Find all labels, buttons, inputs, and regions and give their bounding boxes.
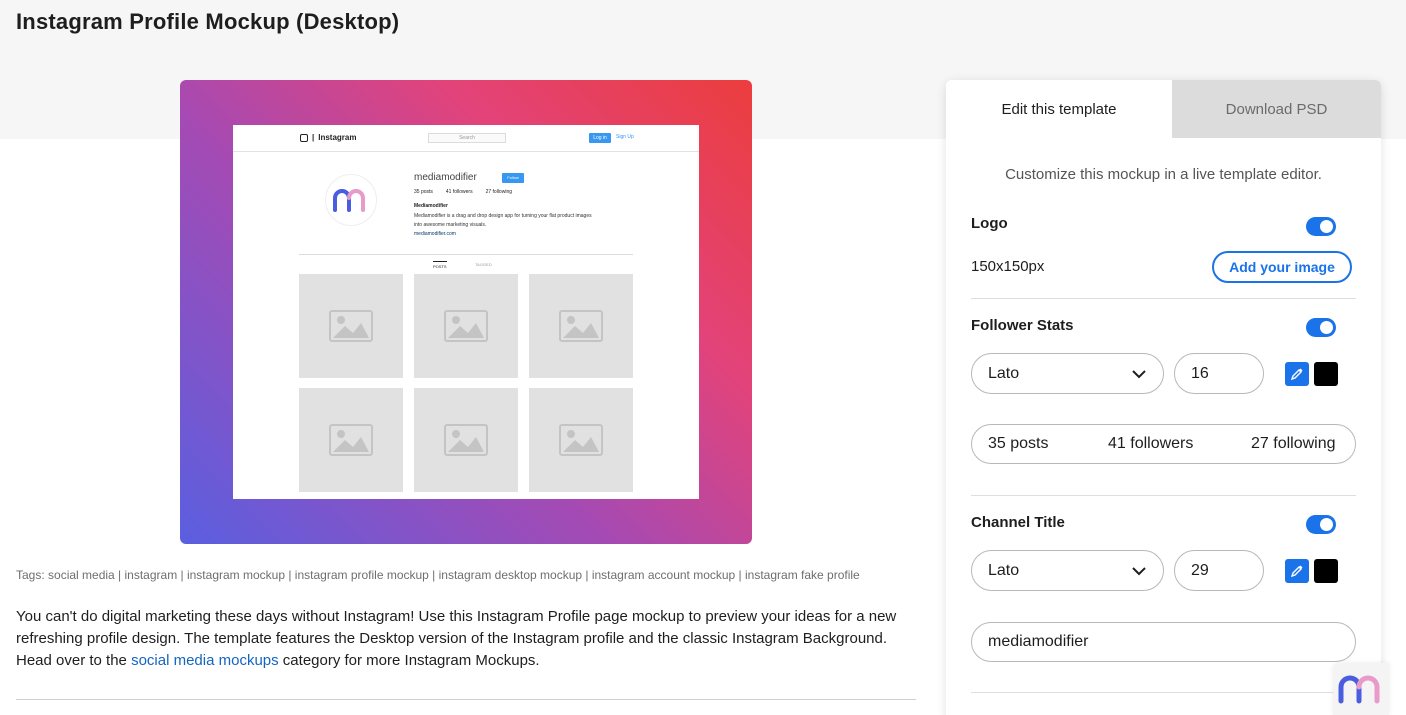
chevron-down-icon: [1132, 567, 1146, 576]
image-placeholder-icon: [444, 424, 488, 456]
instagram-navbar: | Instagram Search Log in Sign Up: [233, 125, 699, 152]
follower-stats-label: Follower Stats: [971, 317, 1074, 334]
mediamodifier-chat-button[interactable]: [1333, 663, 1389, 715]
eyedropper-icon[interactable]: [1285, 559, 1309, 583]
logo-label: Logo: [971, 215, 1008, 232]
channel-title-toggle[interactable]: [1306, 515, 1336, 534]
post-tile: [529, 388, 633, 492]
instagram-tab-posts: POSTS: [433, 261, 447, 269]
instagram-divider-line: [299, 254, 633, 255]
stats-posts-value: 35 posts: [988, 435, 1049, 452]
post-tile: [414, 388, 518, 492]
font-value: Lato: [988, 364, 1020, 382]
stat-following: 27 following: [485, 189, 512, 195]
instagram-website: mediamodifier.com: [414, 231, 456, 237]
divider: [971, 495, 1356, 496]
post-tile: [529, 274, 633, 378]
stat-followers: 41 followers: [445, 189, 473, 195]
follower-stats-color-swatch[interactable]: [1314, 362, 1338, 386]
follower-stats-font-select[interactable]: Lato: [971, 353, 1164, 394]
channel-title-color-swatch[interactable]: [1314, 559, 1338, 583]
channel-title-size-input[interactable]: 29: [1174, 550, 1264, 591]
instagram-signup: Sign Up: [616, 134, 634, 140]
post-tile: [299, 388, 403, 492]
tags-line: Tags: social media | instagram | instagr…: [16, 568, 860, 582]
font-value: Lato: [988, 561, 1020, 579]
divider: [971, 692, 1356, 693]
social-media-mockups-link[interactable]: social media mockups: [131, 652, 279, 669]
instagram-username: mediamodifier: [414, 172, 477, 183]
panel-subtitle: Customize this mockup in a live template…: [1005, 166, 1322, 183]
mediamodifier-logo-icon: [1338, 675, 1380, 704]
divider: [971, 298, 1356, 299]
instagram-stats: 35 posts 41 followers 27 following: [414, 189, 512, 195]
logo-toggle[interactable]: [1306, 217, 1336, 236]
instagram-divider: |: [312, 133, 315, 142]
instagram-bio: Mediamodifier is a drag and drop design …: [414, 213, 592, 228]
channel-title-input[interactable]: mediamodifier: [971, 622, 1356, 662]
stats-followers-value: 41 followers: [1108, 435, 1194, 452]
eyedropper-icon[interactable]: [1285, 362, 1309, 386]
camera-icon: [300, 133, 308, 142]
page-title: Instagram Profile Mockup (Desktop): [16, 9, 400, 34]
instagram-tab-tagged: TAGGED: [475, 262, 492, 267]
post-tile: [414, 274, 518, 378]
instagram-brand: Instagram: [318, 133, 357, 142]
image-placeholder-icon: [329, 424, 373, 456]
image-placeholder-icon: [559, 310, 603, 342]
description-text-end: category for more Instagram Mockups.: [278, 652, 540, 669]
image-placeholder-icon: [559, 424, 603, 456]
stat-posts: 35 posts: [414, 189, 433, 195]
image-placeholder-icon: [329, 310, 373, 342]
avatar: [325, 174, 377, 226]
description: You can't do digital marketing these day…: [16, 606, 916, 672]
logo-size: 150x150px: [971, 258, 1045, 275]
instagram-display-name: Mediamodifier: [414, 203, 448, 209]
stats-following-value: 27 following: [1251, 435, 1336, 452]
add-image-button[interactable]: Add your image: [1212, 251, 1352, 283]
follower-stats-input[interactable]: 35 posts 41 followers 27 following: [971, 424, 1356, 464]
chevron-down-icon: [1132, 370, 1146, 379]
mediamodifier-logo-icon: [333, 189, 365, 212]
tab-download-psd[interactable]: Download PSD: [1172, 80, 1381, 138]
tab-edit-template[interactable]: Edit this template: [946, 80, 1172, 138]
editor-panel: Edit this template Download PSD Customiz…: [946, 80, 1381, 715]
instagram-search: Search: [428, 133, 506, 143]
instagram-logo: | Instagram: [300, 133, 356, 142]
channel-title-label: Channel Title: [971, 514, 1065, 531]
channel-title-font-select[interactable]: Lato: [971, 550, 1164, 591]
follower-stats-size-input[interactable]: 16: [1174, 353, 1264, 394]
instagram-page-mockup: | Instagram Search Log in Sign Up mediam…: [233, 125, 699, 499]
image-placeholder-icon: [444, 310, 488, 342]
mockup-preview[interactable]: | Instagram Search Log in Sign Up mediam…: [180, 80, 752, 544]
divider: [16, 699, 916, 700]
post-tile: [299, 274, 403, 378]
instagram-login: Log in: [589, 133, 611, 143]
instagram-follow: Follow: [502, 173, 524, 183]
follower-stats-toggle[interactable]: [1306, 318, 1336, 337]
